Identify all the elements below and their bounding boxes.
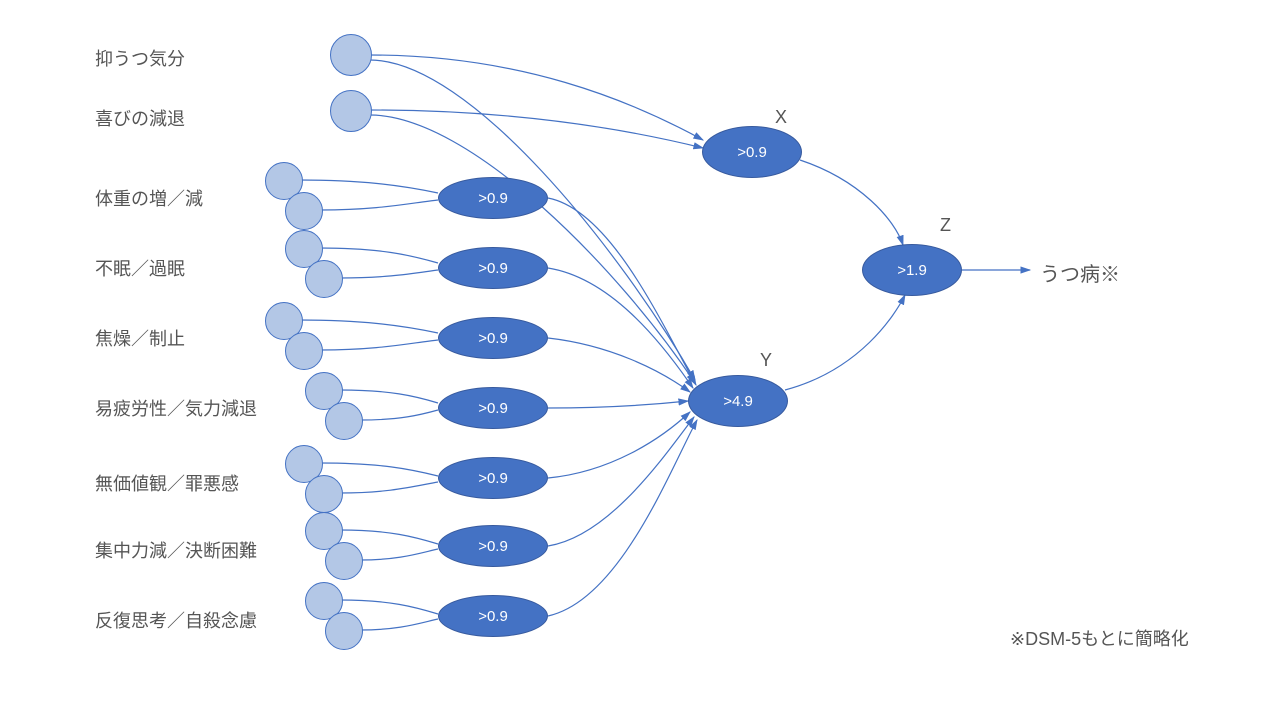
- symptom-label-7: 無価値観／罪悪感: [95, 470, 239, 496]
- threshold-value: >0.9: [478, 330, 508, 347]
- input-node-9b: [325, 612, 363, 650]
- threshold-value: >0.9: [478, 260, 508, 277]
- input-node-5b: [285, 332, 323, 370]
- symptom-label-4: 不眠／過眠: [95, 255, 185, 281]
- symptom-label-1: 抑うつ気分: [95, 45, 185, 71]
- threshold-node-6: >0.9: [438, 387, 548, 429]
- input-node-4b: [305, 260, 343, 298]
- input-node-2: [330, 90, 372, 132]
- output-label: うつ病※: [1040, 258, 1120, 287]
- threshold-node-7: >0.9: [438, 457, 548, 499]
- input-node-3b: [285, 192, 323, 230]
- symptom-label-2: 喜びの減退: [95, 105, 185, 131]
- input-node-7b: [305, 475, 343, 513]
- threshold-node-5: >0.9: [438, 317, 548, 359]
- symptom-label-8: 集中力減／決断困難: [95, 537, 257, 563]
- node-x: >0.9: [702, 126, 802, 178]
- footnote: ※DSM-5もとに簡略化: [1010, 625, 1189, 651]
- threshold-value: >0.9: [478, 608, 508, 625]
- threshold-value: >1.9: [897, 262, 927, 279]
- threshold-value: >0.9: [478, 400, 508, 417]
- threshold-node-4: >0.9: [438, 247, 548, 289]
- input-node-1: [330, 34, 372, 76]
- threshold-value: >0.9: [737, 144, 767, 161]
- threshold-value: >0.9: [478, 190, 508, 207]
- symptom-label-6: 易疲労性／気力減退: [95, 395, 257, 421]
- node-label-y: Y: [760, 350, 772, 371]
- threshold-node-8: >0.9: [438, 525, 548, 567]
- node-y: >4.9: [688, 375, 788, 427]
- input-node-6b: [325, 402, 363, 440]
- symptom-label-9: 反復思考／自殺念慮: [95, 607, 257, 633]
- threshold-value: >0.9: [478, 470, 508, 487]
- threshold-value: >0.9: [478, 538, 508, 555]
- node-label-x: X: [775, 107, 787, 128]
- threshold-value: >4.9: [723, 393, 753, 410]
- node-label-z: Z: [940, 215, 951, 236]
- node-z: >1.9: [862, 244, 962, 296]
- input-node-8b: [325, 542, 363, 580]
- threshold-node-3: >0.9: [438, 177, 548, 219]
- symptom-label-5: 焦燥／制止: [95, 325, 185, 351]
- threshold-node-9: >0.9: [438, 595, 548, 637]
- symptom-label-3: 体重の増／減: [95, 185, 203, 211]
